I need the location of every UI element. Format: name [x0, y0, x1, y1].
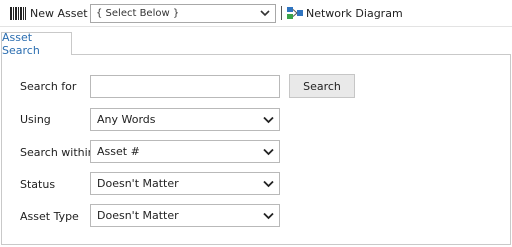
asset-type-value: Doesn't Matter: [97, 209, 179, 222]
status-select[interactable]: Doesn't Matter: [90, 172, 280, 195]
network-diagram-label: Network Diagram: [306, 6, 403, 20]
asset-select-value: { Select Below }: [96, 8, 180, 19]
search-within-value: Asset #: [97, 145, 140, 158]
asset-select-dropdown[interactable]: { Select Below }: [90, 4, 276, 23]
toolbar: New Asset { Select Below } Network Diagr…: [0, 0, 512, 27]
new-asset-button[interactable]: New Asset: [10, 4, 88, 22]
chevron-down-icon: [260, 10, 270, 17]
search-for-label: Search for: [20, 80, 77, 93]
status-label: Status: [20, 178, 56, 191]
toolbar-divider: [281, 6, 282, 20]
tab-asset-search[interactable]: Asset Search: [1, 31, 72, 57]
chevron-down-icon: [263, 180, 274, 188]
search-button[interactable]: Search: [289, 74, 355, 98]
status-value: Doesn't Matter: [97, 177, 179, 190]
asset-type-select[interactable]: Doesn't Matter: [90, 204, 280, 227]
search-for-input[interactable]: [90, 75, 280, 98]
using-select[interactable]: Any Words: [90, 108, 280, 131]
search-within-label: Search within: [20, 146, 95, 159]
barcode-icon: [10, 6, 26, 20]
using-value: Any Words: [97, 113, 156, 126]
asset-type-label: Asset Type: [20, 210, 79, 223]
tab-label: Asset Search: [2, 31, 40, 57]
using-label: Using: [20, 113, 51, 126]
search-within-select[interactable]: Asset #: [90, 140, 280, 163]
chevron-down-icon: [263, 148, 274, 156]
search-button-label: Search: [303, 79, 341, 93]
new-asset-label: New Asset: [30, 6, 88, 20]
network-diagram-button[interactable]: Network Diagram: [287, 4, 403, 22]
chevron-down-icon: [263, 116, 274, 124]
network-diagram-icon: [287, 6, 303, 20]
chevron-down-icon: [263, 212, 274, 220]
